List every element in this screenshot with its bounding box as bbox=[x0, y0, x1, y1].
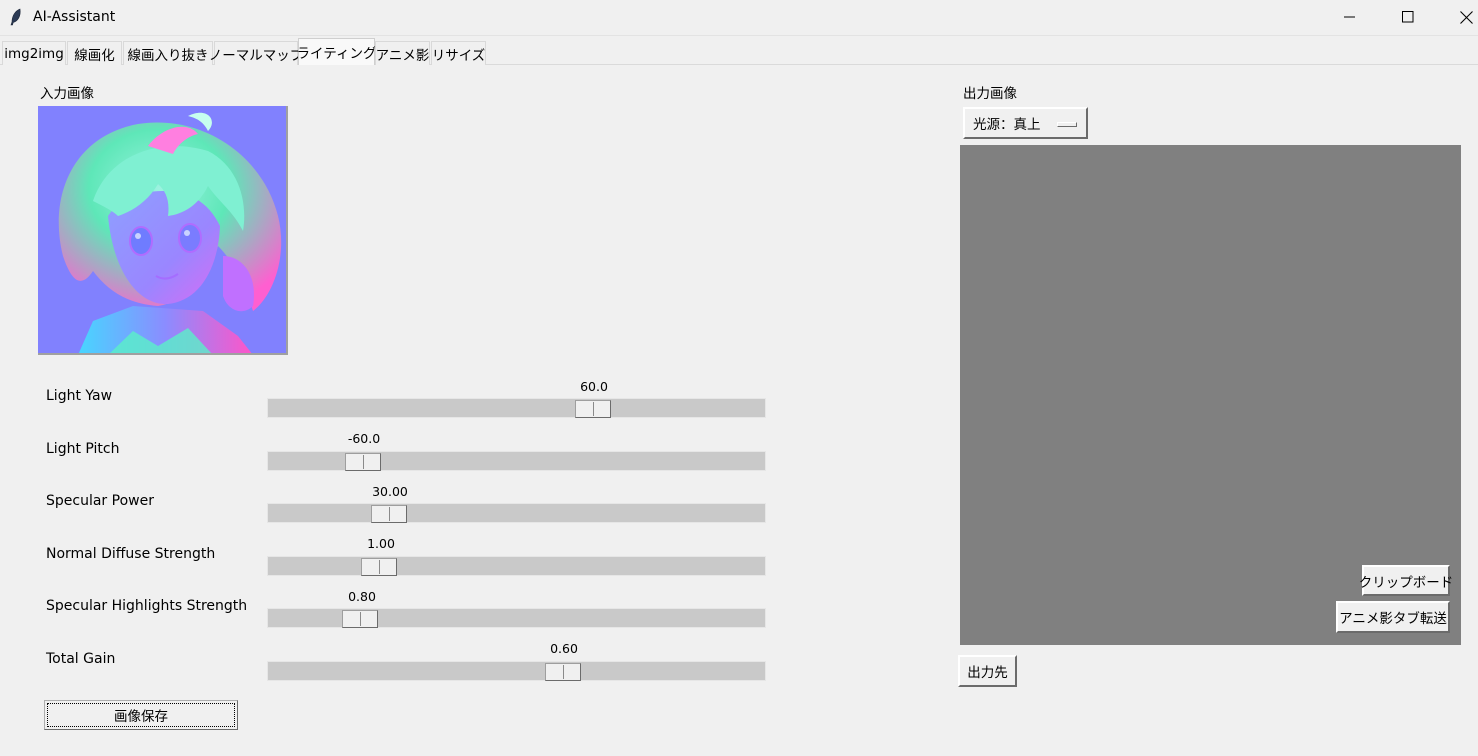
total-gain-value: 0.60 bbox=[550, 641, 578, 656]
specular-power-trough[interactable] bbox=[267, 503, 766, 523]
minimize-button[interactable] bbox=[1327, 0, 1373, 34]
save-image-button[interactable]: 画像保存 bbox=[44, 700, 238, 730]
tab-bar: img2img 線画化 線画入り抜き ノーマルマップ ライティング アニメ影 リ… bbox=[0, 37, 1478, 65]
feather-icon bbox=[10, 8, 21, 26]
normal-diffuse-strength-value: 1.00 bbox=[367, 536, 395, 551]
normal-diffuse-strength-label: Normal Diffuse Strength bbox=[46, 546, 216, 562]
title-bar: AI-Assistant bbox=[0, 0, 1478, 36]
maximize-button[interactable] bbox=[1385, 0, 1431, 34]
light-yaw-label: Light Yaw bbox=[46, 388, 113, 404]
light-pitch-value: -60.0 bbox=[347, 431, 381, 446]
light-pitch-trough[interactable] bbox=[267, 451, 766, 471]
maximize-icon bbox=[1402, 11, 1414, 23]
light-source-option-value: 光源：真上 bbox=[973, 117, 1041, 133]
output-image-label: 出力画像 bbox=[963, 86, 1017, 102]
specular-power-thumb[interactable] bbox=[371, 505, 407, 523]
close-button[interactable] bbox=[1443, 0, 1478, 34]
light-pitch-thumb[interactable] bbox=[345, 453, 381, 471]
light-yaw-trough[interactable] bbox=[267, 398, 766, 418]
minimize-icon bbox=[1344, 16, 1355, 18]
tab-lighting[interactable]: ライティング bbox=[297, 38, 376, 65]
send-to-anime-shadow-button[interactable]: アニメ影タブ転送 bbox=[1336, 601, 1450, 633]
option-menu-indicator-icon bbox=[1057, 122, 1077, 127]
tab-normal-map[interactable]: ノーマルマップ bbox=[209, 41, 303, 65]
total-gain-trough[interactable] bbox=[267, 661, 766, 681]
normal-diffuse-strength-thumb[interactable] bbox=[361, 558, 397, 576]
light-yaw-value: 60.0 bbox=[580, 379, 608, 394]
specular-highlights-strength-value: 0.80 bbox=[348, 589, 376, 604]
window-title: AI-Assistant bbox=[33, 9, 116, 25]
output-directory-button[interactable]: 出力先 bbox=[958, 655, 1017, 687]
specular-highlights-strength-trough[interactable] bbox=[267, 608, 766, 628]
clipboard-button-label: クリップボード bbox=[1358, 574, 1454, 591]
normal-diffuse-strength-trough[interactable] bbox=[267, 556, 766, 576]
total-gain-thumb[interactable] bbox=[545, 663, 581, 681]
specular-highlights-strength-label: Specular Highlights Strength bbox=[46, 598, 248, 614]
light-source-option-menu[interactable]: 光源：真上 bbox=[963, 107, 1088, 139]
specular-highlights-strength-thumb[interactable] bbox=[342, 610, 378, 628]
input-normal-map-image bbox=[38, 106, 288, 355]
input-image-label: 入力画像 bbox=[40, 86, 94, 102]
output-directory-button-label: 出力先 bbox=[967, 665, 1008, 681]
specular-power-value: 30.00 bbox=[372, 484, 408, 499]
tab-lineart-cutout[interactable]: 線画入り抜き bbox=[123, 41, 213, 65]
clipboard-button[interactable]: クリップボード bbox=[1359, 565, 1453, 596]
tab-img2img[interactable]: img2img bbox=[2, 41, 66, 65]
specular-power-label: Specular Power bbox=[46, 493, 154, 509]
close-icon bbox=[1459, 10, 1473, 24]
tab-anime-shadow[interactable]: アニメ影 bbox=[375, 41, 430, 65]
focus-ring bbox=[47, 703, 235, 727]
light-yaw-thumb[interactable] bbox=[575, 400, 611, 418]
light-pitch-label: Light Pitch bbox=[46, 441, 120, 457]
tab-lineart[interactable]: 線画化 bbox=[67, 41, 122, 65]
total-gain-label: Total Gain bbox=[46, 651, 116, 667]
tab-resize[interactable]: リサイズ bbox=[431, 41, 486, 65]
send-to-anime-shadow-button-label: アニメ影タブ転送 bbox=[1339, 611, 1447, 627]
